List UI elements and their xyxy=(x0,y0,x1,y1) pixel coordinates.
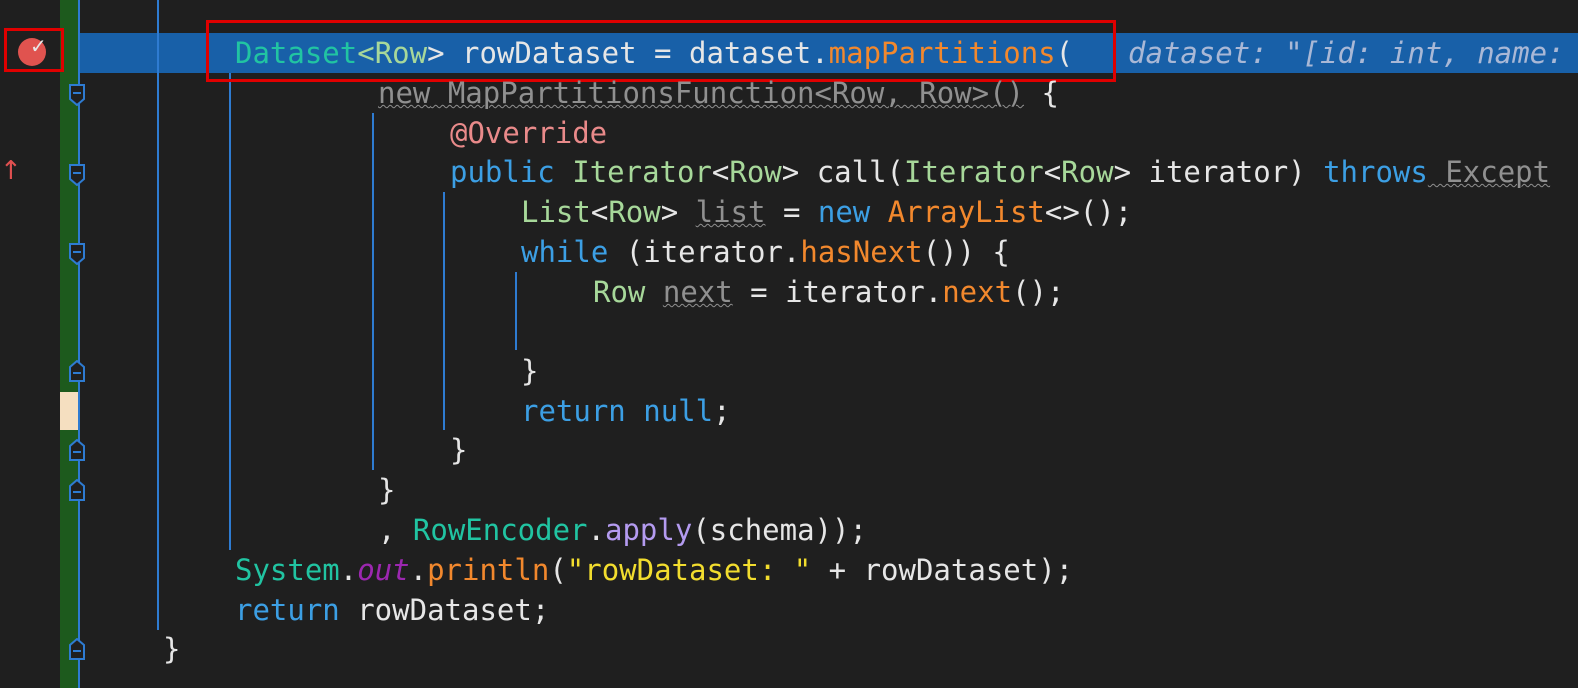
fold-end-marker-icon[interactable] xyxy=(68,439,86,461)
code-token: hasNext xyxy=(800,235,923,269)
code-token: return xyxy=(235,593,340,627)
code-token: RowEncoder xyxy=(412,513,588,547)
code-line[interactable]: Row next = iterator.next(); xyxy=(593,272,1064,312)
fold-end-marker-icon[interactable] xyxy=(68,479,86,501)
code-token: . xyxy=(339,553,358,587)
code-line[interactable]: return rowDataset; xyxy=(235,590,549,630)
code-token: public xyxy=(450,155,555,189)
code-token: , xyxy=(378,513,413,547)
fold-end-marker-icon[interactable] xyxy=(68,360,86,382)
code-token: return xyxy=(521,394,626,428)
code-line[interactable]: } xyxy=(163,629,180,669)
code-token: out xyxy=(357,553,410,587)
code-token: > xyxy=(781,155,800,189)
code-token: MapPartitionsFunction<Row, Row>() xyxy=(430,76,1025,110)
fold-marker-icon[interactable] xyxy=(68,84,86,106)
code-token: new xyxy=(378,76,431,110)
code-token: List xyxy=(521,195,591,229)
code-token: next xyxy=(662,275,733,309)
vcs-modified-marker[interactable] xyxy=(60,392,78,430)
code-token: + rowDataset); xyxy=(811,553,1074,587)
code-token: new xyxy=(817,195,871,229)
code-token: = iterator. xyxy=(732,275,943,309)
code-token: (schema)); xyxy=(692,513,867,547)
code-token: ( xyxy=(549,553,567,587)
code-line[interactable]: while (iterator.hasNext()) { xyxy=(521,232,1010,272)
indent-guide xyxy=(157,0,159,630)
code-token: apply xyxy=(605,513,693,547)
code-token: System xyxy=(235,553,340,587)
code-token: "rowDataset: " xyxy=(566,553,812,587)
code-token: println xyxy=(427,553,550,587)
code-line[interactable]: System.out.println("rowDataset: " + rowD… xyxy=(235,550,1073,590)
code-token: (iterator. xyxy=(608,235,801,269)
fold-end-marker-icon[interactable] xyxy=(68,638,86,660)
indent-guide xyxy=(372,113,374,470)
inline-value-hint[interactable]: dataset: "[id: int, name: xyxy=(1128,33,1565,73)
code-token: . xyxy=(587,513,605,547)
code-token: { xyxy=(1024,76,1059,110)
code-token: = xyxy=(765,195,818,229)
indent-guide xyxy=(443,192,445,430)
indent-guide xyxy=(515,272,517,350)
code-line[interactable]: } xyxy=(521,351,538,391)
code-token: ; xyxy=(713,394,731,428)
editor-gutter xyxy=(0,0,60,688)
code-line[interactable]: } xyxy=(450,430,467,470)
code-line[interactable]: @Override xyxy=(450,113,607,153)
fold-marker-icon[interactable] xyxy=(68,243,86,265)
code-line[interactable]: List<Row> list = new ArrayList<>(); xyxy=(521,192,1132,232)
code-token: next xyxy=(942,275,1013,309)
code-token: null xyxy=(643,394,714,428)
code-line[interactable]: new MapPartitionsFunction<Row, Row>() { xyxy=(378,73,1059,113)
code-token: . xyxy=(409,553,428,587)
code-token: > xyxy=(660,195,679,229)
code-token: call( xyxy=(799,155,905,189)
code-token: > xyxy=(1113,155,1132,189)
code-line[interactable]: public Iterator<Row> call(Iterator<Row> … xyxy=(450,152,1550,192)
code-token: < xyxy=(1043,155,1062,189)
code-line[interactable]: , RowEncoder.apply(schema)); xyxy=(378,510,867,550)
code-token: Except xyxy=(1427,155,1551,189)
code-token: Row xyxy=(1061,155,1114,189)
code-token: < xyxy=(711,155,730,189)
code-token: <>(); xyxy=(1044,195,1133,229)
code-token: list xyxy=(695,195,766,229)
breakpoint-check-icon: ✓ xyxy=(30,34,47,58)
code-token: < xyxy=(590,195,609,229)
code-token: iterator) xyxy=(1131,155,1324,189)
code-token: Iterator xyxy=(572,155,712,189)
indent-guide xyxy=(229,73,231,550)
override-arrow-icon[interactable]: ↑ xyxy=(0,156,22,186)
code-token: (); xyxy=(1012,275,1065,309)
code-token: Row xyxy=(608,195,661,229)
code-token: throws xyxy=(1323,155,1428,189)
code-line[interactable]: return null; xyxy=(521,391,731,431)
code-token: while xyxy=(521,235,609,269)
code-token: rowDataset; xyxy=(339,593,550,627)
code-token: Row xyxy=(593,275,646,309)
code-token: Row xyxy=(729,155,782,189)
code-token: Iterator xyxy=(904,155,1044,189)
code-token: ArrayList xyxy=(870,195,1045,229)
code-token: ()) { xyxy=(922,235,1010,269)
code-line[interactable]: } xyxy=(378,470,395,510)
fold-marker-icon[interactable] xyxy=(68,164,86,186)
